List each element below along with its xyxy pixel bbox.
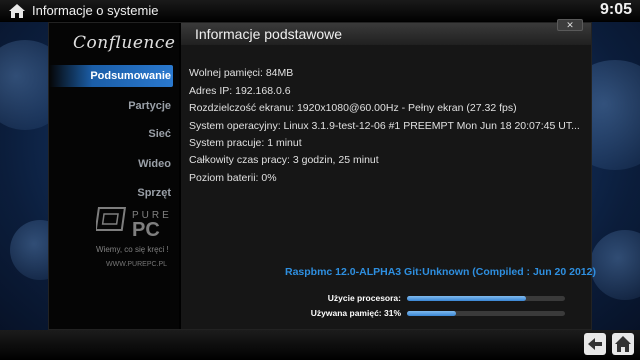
memory-usage-bar bbox=[407, 311, 565, 316]
memory-usage-label: Używana pamięć: 31% bbox=[310, 308, 401, 318]
clock: 9:05 bbox=[599, 1, 632, 18]
watermark-slogan: Wiemy, co się kręci ! bbox=[96, 245, 169, 254]
info-operating-system: System operacyjny: Linux 3.1.9-test-12-0… bbox=[189, 120, 580, 132]
build-info: Raspbmc 12.0-ALPHA3 Git:Unknown (Compile… bbox=[285, 266, 596, 278]
info-screen-resolution: Rozdzielczość ekranu: 1920x1080@60.00Hz … bbox=[189, 102, 517, 114]
cpu-usage-label: Użycie procesora: bbox=[327, 293, 401, 303]
top-bar: Informacje o systemie 9:05 bbox=[0, 0, 640, 22]
info-total-uptime: Całkowity czas pracy: 3 godzin, 25 minut bbox=[189, 154, 379, 166]
close-icon: ✕ bbox=[566, 20, 574, 30]
background-bubble bbox=[590, 230, 640, 300]
cpu-usage-fill bbox=[407, 296, 526, 301]
home-icon bbox=[9, 4, 25, 18]
memory-usage-fill bbox=[407, 311, 456, 316]
sidebar-item-partycje[interactable]: Partycje bbox=[49, 95, 173, 117]
close-button[interactable]: ✕ bbox=[557, 19, 583, 31]
back-button[interactable] bbox=[584, 333, 606, 355]
info-uptime: System pracuje: 1 minut bbox=[189, 137, 302, 149]
window-title: Informacje o systemie bbox=[32, 3, 159, 18]
sidebar-item-siec[interactable]: Sieć bbox=[49, 123, 173, 145]
info-free-memory: Wolnej pamięci: 84MB bbox=[189, 67, 294, 79]
bottom-bar bbox=[0, 330, 640, 360]
cpu-usage-bar bbox=[407, 296, 565, 301]
watermark-site: WWW.PUREPC.PL bbox=[106, 261, 167, 268]
watermark-brand-pc: PC bbox=[132, 219, 160, 241]
home-icon bbox=[615, 336, 631, 352]
confluence-logo: Confluence bbox=[73, 33, 176, 53]
home-button[interactable] bbox=[612, 333, 634, 355]
sidebar-item-wideo[interactable]: Wideo bbox=[49, 153, 173, 175]
purepc-watermark: PURE PC Wiemy, co się kręci ! WWW.PUREPC… bbox=[96, 207, 169, 268]
panel-title: Informacje podstawowe bbox=[195, 26, 343, 42]
panel-header: Informacje podstawowe ✕ bbox=[181, 19, 591, 45]
info-battery-level: Poziom baterii: 0% bbox=[189, 172, 277, 184]
back-arrow-icon bbox=[588, 338, 602, 350]
sidebar-item-podsumowanie[interactable]: Podsumowanie bbox=[49, 65, 173, 87]
info-ip-address: Adres IP: 192.168.0.6 bbox=[189, 85, 291, 97]
